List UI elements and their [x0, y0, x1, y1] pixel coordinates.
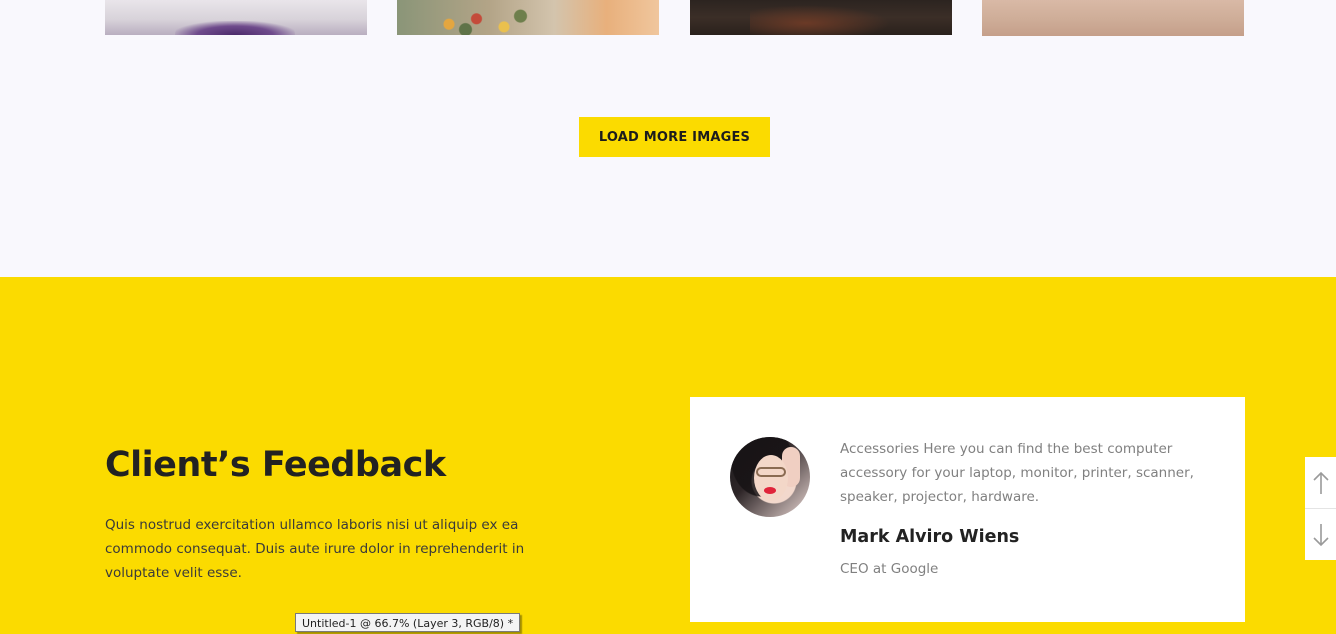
gallery-image-purple-glitter[interactable]	[105, 0, 367, 35]
gallery-strip	[0, 0, 1336, 40]
scroll-up-button[interactable]	[1305, 457, 1336, 508]
scroll-nav	[1305, 457, 1336, 560]
arrow-up-icon	[1312, 471, 1329, 494]
client-feedback-section: Client’s Feedback Quis nostrud exercitat…	[0, 277, 1336, 634]
arrow-down-icon	[1312, 523, 1329, 546]
scroll-down-button[interactable]	[1305, 509, 1336, 560]
testimonial-card: Accessories Here you can find the best c…	[690, 397, 1245, 622]
section-description: Quis nostrud exercitation ullamco labori…	[105, 517, 525, 581]
load-more-images-button[interactable]: LOAD MORE IMAGES	[579, 117, 770, 157]
testimonial-quote: Accessories Here you can find the best c…	[840, 441, 1194, 505]
client-name: Mark Alviro Wiens	[840, 527, 1020, 547]
document-tooltip: Untitled-1 @ 66.7% (Layer 3, RGB/8) *	[295, 613, 521, 632]
client-role: CEO at Google	[840, 561, 939, 577]
gallery-image-flowers[interactable]	[397, 0, 659, 35]
gallery-image-sand[interactable]	[982, 0, 1244, 36]
client-avatar	[730, 437, 810, 517]
gallery-image-dark-forest[interactable]	[690, 0, 952, 35]
section-title: Client’s Feedback	[105, 445, 446, 485]
